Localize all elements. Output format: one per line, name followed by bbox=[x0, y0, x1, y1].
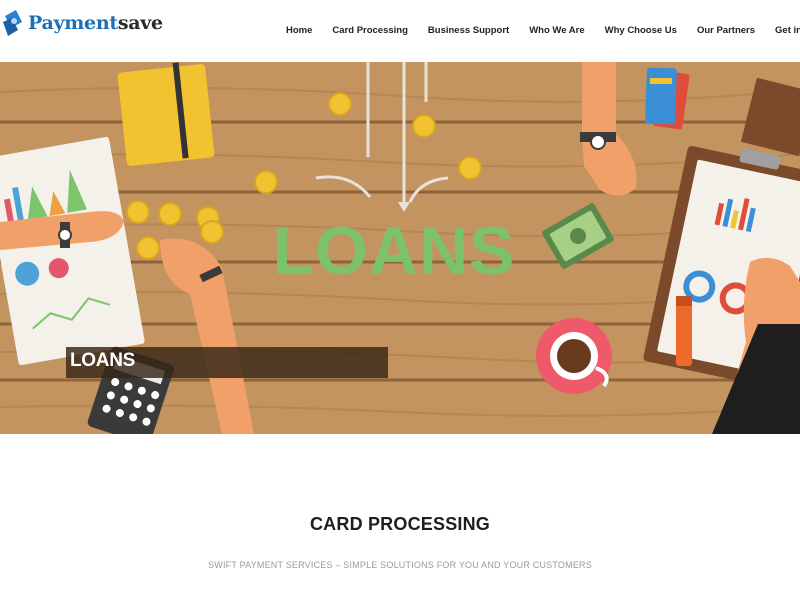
nav-item-get-in-touch[interactable]: Get in Touch bbox=[775, 25, 800, 36]
coffee-cup-icon bbox=[536, 318, 612, 394]
nav-item-home[interactable]: Home bbox=[286, 25, 312, 36]
nav-item-business-support[interactable]: Business Support bbox=[428, 25, 509, 36]
main-nav: Home Card Processing Business Support Wh… bbox=[286, 25, 800, 36]
brand-name-part1: Payment bbox=[28, 12, 118, 34]
site-header: Paymentsave Home Card Processing Busines… bbox=[0, 0, 800, 62]
hero-caption-bar: LOANS bbox=[66, 347, 388, 378]
card-processing-section: CARD PROCESSING SWIFT PAYMENT SERVICES –… bbox=[0, 434, 800, 600]
notebook-icon bbox=[117, 62, 215, 166]
hero-headline: LOANS bbox=[273, 213, 516, 289]
hero-caption-text: LOANS bbox=[70, 350, 136, 371]
nav-item-card-processing[interactable]: Card Processing bbox=[332, 25, 408, 36]
nav-item-who-we-are[interactable]: Who We Are bbox=[529, 25, 584, 36]
brand-name: Paymentsave bbox=[28, 12, 163, 34]
hero-banner: LOANS LOANS bbox=[0, 62, 800, 434]
section-subtitle: SWIFT PAYMENT SERVICES – SIMPLE SOLUTION… bbox=[208, 560, 592, 570]
brand-name-part2: save bbox=[117, 12, 163, 34]
brand-logo[interactable]: Paymentsave bbox=[2, 8, 163, 38]
logo-icon bbox=[3, 10, 22, 36]
hero-illustration: LOANS bbox=[0, 62, 800, 434]
nav-item-our-partners[interactable]: Our Partners bbox=[697, 25, 755, 36]
marker-icon bbox=[676, 296, 692, 366]
section-title: CARD PROCESSING bbox=[309, 514, 491, 534]
nav-item-why-choose-us[interactable]: Why Choose Us bbox=[605, 25, 677, 36]
credit-cards-icon bbox=[645, 67, 690, 130]
